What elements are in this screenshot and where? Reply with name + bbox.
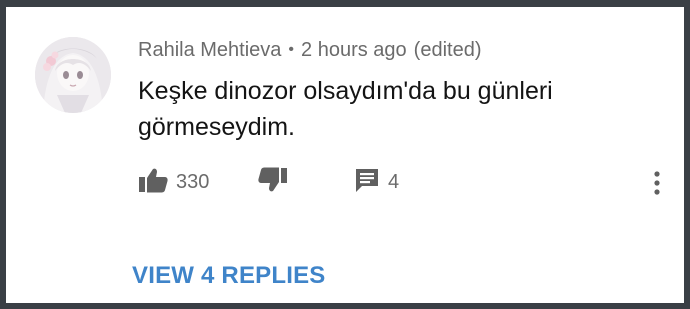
reply-button[interactable]: 4: [354, 167, 434, 198]
comment-meta: Rahila Mehtieva • 2 hours ago (edited): [138, 37, 481, 63]
avatar[interactable]: [35, 37, 111, 113]
thumbs-up-icon: [138, 167, 168, 198]
meta-separator: •: [288, 41, 295, 58]
comment-card: Rahila Mehtieva • 2 hours ago (edited) K…: [6, 7, 684, 303]
like-count: 330: [176, 170, 210, 193]
like-button[interactable]: 330: [138, 167, 258, 198]
avatar-anime-girl-image: [35, 37, 111, 113]
reply-count: 4: [388, 170, 400, 193]
comment-timestamp[interactable]: 2 hours ago: [301, 39, 407, 62]
more-vertical-icon: [653, 170, 661, 200]
comment-text: Keşke dinozor olsaydım'da bu günleri gör…: [138, 77, 553, 141]
more-options-button[interactable]: [646, 170, 668, 200]
author-name[interactable]: Rahila Mehtieva: [138, 39, 281, 62]
comment-icon: [354, 167, 380, 198]
comment-actions: 330 4: [138, 167, 434, 197]
view-replies-link[interactable]: VIEW 4 REPLIES: [132, 262, 326, 290]
dislike-button[interactable]: [258, 167, 354, 198]
edited-label: (edited): [413, 38, 482, 61]
thumbs-down-icon: [258, 167, 288, 198]
